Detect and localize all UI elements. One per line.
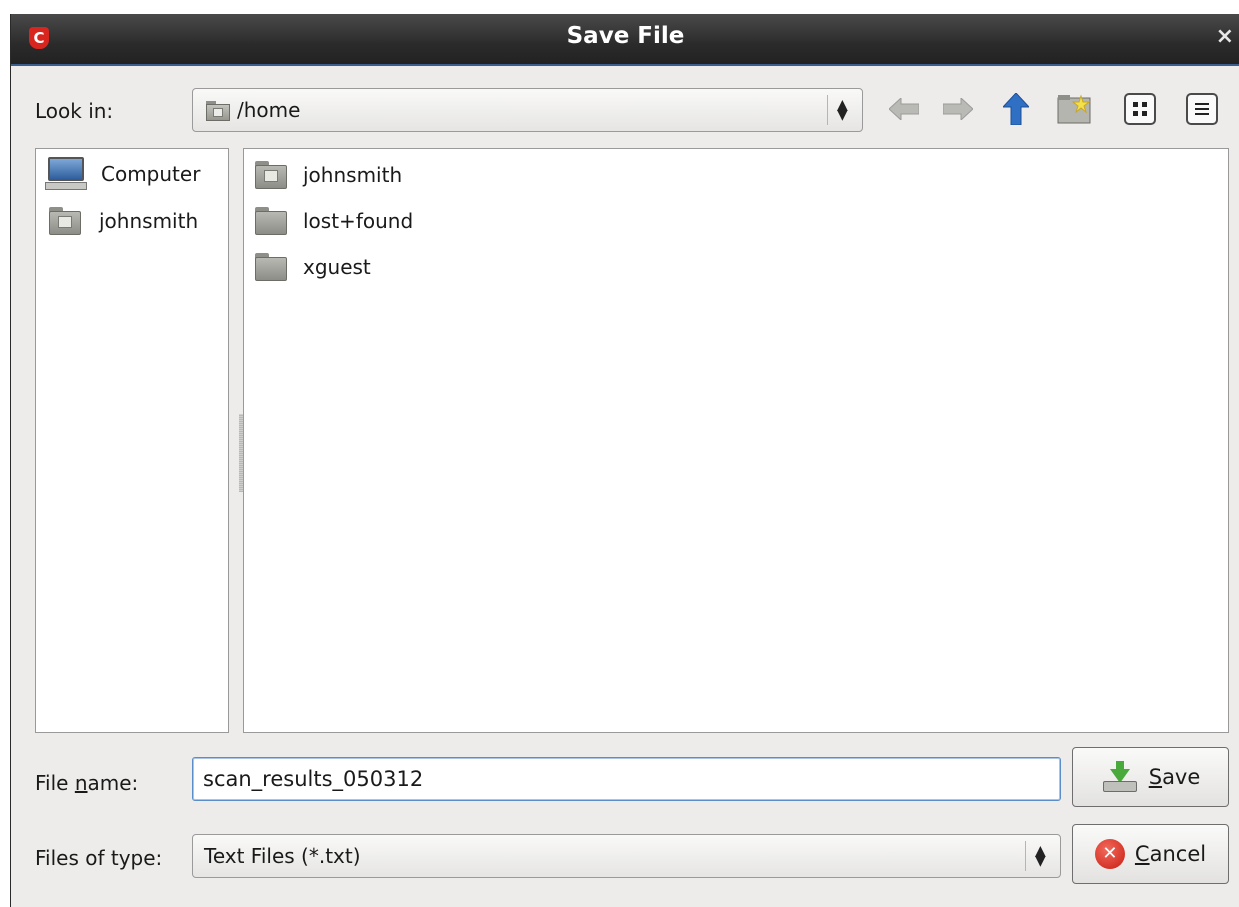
look-in-label: Look in: xyxy=(35,99,114,123)
home-folder-icon xyxy=(206,101,230,121)
place-item-computer[interactable]: Computer xyxy=(45,157,200,191)
folder-icon xyxy=(255,253,287,281)
file-label: lost+found xyxy=(303,209,414,233)
combo-arrows-icon: ▲ ▼ xyxy=(1035,843,1046,869)
save-button[interactable]: Save xyxy=(1072,747,1229,807)
list-item[interactable]: johnsmith xyxy=(255,161,402,189)
file-name-label: File name: xyxy=(35,771,139,795)
home-folder-icon xyxy=(255,161,287,189)
cancel-icon: ✕ xyxy=(1094,839,1125,869)
new-folder-icon[interactable] xyxy=(1057,92,1091,126)
file-label: johnsmith xyxy=(303,163,403,187)
cancel-button[interactable]: ✕ Cancel xyxy=(1072,824,1229,884)
list-item[interactable]: lost+found xyxy=(255,207,413,235)
list-view-icon[interactable] xyxy=(1185,92,1219,126)
computer-icon xyxy=(45,157,87,191)
place-item-johnsmith[interactable]: johnsmith xyxy=(49,207,198,235)
place-label: Computer xyxy=(101,162,201,186)
up-folder-icon[interactable] xyxy=(999,92,1033,126)
files-of-type-value: Text Files (*.txt) xyxy=(204,844,361,868)
look-in-path: /home xyxy=(237,98,301,122)
place-label: johnsmith xyxy=(99,209,199,233)
combo-arrows-icon: ▲ ▼ xyxy=(837,97,848,123)
icon-view-icon[interactable] xyxy=(1123,92,1157,126)
back-arrow-icon[interactable] xyxy=(887,92,921,126)
folder-icon xyxy=(255,207,287,235)
forward-arrow-icon[interactable] xyxy=(941,92,975,126)
list-item[interactable]: xguest xyxy=(255,253,371,281)
files-of-type-combo[interactable]: Text Files (*.txt) ▲ ▼ xyxy=(192,834,1061,878)
dialog-title: Save File xyxy=(566,23,685,49)
file-label: xguest xyxy=(303,255,371,279)
save-icon xyxy=(1101,761,1139,793)
places-panel: Computer johnsmith xyxy=(35,148,229,733)
save-button-label: Save xyxy=(1148,765,1201,789)
home-folder-icon xyxy=(49,207,81,235)
title-bar[interactable]: C Save File × xyxy=(11,14,1239,66)
look-in-combo[interactable]: /home ▲ ▼ xyxy=(192,88,863,132)
cancel-button-label: Cancel xyxy=(1134,842,1207,866)
file-list-panel: johnsmith lost+found xguest xyxy=(243,148,1229,733)
close-icon[interactable]: × xyxy=(1216,24,1234,49)
files-of-type-label: Files of type: xyxy=(35,846,163,870)
file-name-input[interactable]: scan_results_050312 xyxy=(192,757,1061,801)
save-file-dialog: C Save File × Look in: /home ▲ ▼ Compute… xyxy=(10,14,1239,907)
